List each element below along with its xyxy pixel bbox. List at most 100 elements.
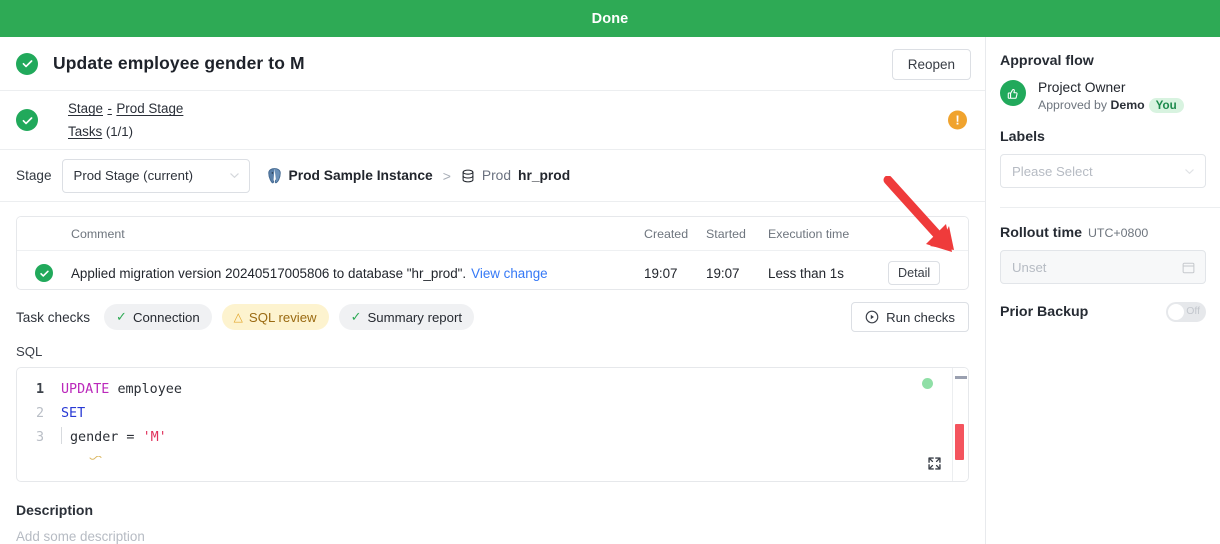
- table-row[interactable]: Applied migration version 20240517005806…: [17, 251, 968, 290]
- minimap-error-marker: [955, 424, 964, 461]
- check-chip-summary-report[interactable]: ✓ Summary report: [338, 304, 475, 331]
- code-line: 2 SET: [17, 402, 968, 426]
- check-circle-icon: [16, 109, 38, 132]
- line-number: 3: [35, 430, 44, 446]
- col-header-started: Started: [706, 217, 768, 252]
- breadcrumb-instance[interactable]: Prod Sample Instance: [289, 168, 433, 183]
- indent-guide: [61, 427, 62, 445]
- row-comment-cell: Applied migration version 20240517005806…: [71, 251, 644, 290]
- check-circle-icon: [35, 264, 53, 283]
- labels-select[interactable]: Please Select: [1000, 154, 1206, 188]
- check-chip-connection[interactable]: ✓ Connection: [104, 304, 212, 331]
- approved-prefix: Approved by: [1038, 98, 1108, 112]
- rollout-time-input[interactable]: Unset: [1000, 250, 1206, 284]
- sql-label: SQL: [16, 344, 43, 360]
- stage-summary-row: Stage - Prod Stage Tasks (1/1) !: [0, 91, 985, 151]
- table-header-row: Comment Created Started Execution time: [17, 217, 968, 252]
- check-chip-label: Connection: [132, 309, 200, 325]
- stage-select[interactable]: Prod Stage (current): [61, 158, 250, 193]
- approval-flow-title: Approval flow: [1000, 53, 1094, 69]
- prior-backup-row: Prior Backup Off: [1000, 302, 1220, 322]
- editor-minimap[interactable]: [952, 368, 968, 482]
- sql-keyword: UPDATE: [61, 382, 110, 398]
- stage-link[interactable]: Stage: [68, 101, 103, 116]
- sql-identifier: employee: [117, 382, 182, 398]
- prior-backup-toggle[interactable]: Off: [1166, 302, 1206, 322]
- line-number: 2: [35, 406, 44, 422]
- approved-by-name: Demo: [1110, 98, 1145, 112]
- row-status-cell: [17, 251, 71, 290]
- description-input[interactable]: Add some description: [16, 518, 969, 544]
- sql-string: 'M': [142, 430, 167, 446]
- chevron-down-icon: [229, 173, 239, 179]
- rollout-timezone: UTC+0800: [1087, 226, 1149, 240]
- you-badge: You: [1148, 98, 1184, 113]
- calendar-icon: [1182, 262, 1195, 273]
- main-content: Update employee gender to M Reopen Stage…: [0, 37, 986, 544]
- sql-code[interactable]: 1 UPDATE employee 2 SET 3 gender = 'M': [17, 368, 968, 450]
- reopen-button[interactable]: Reopen: [891, 49, 971, 80]
- row-action-cell: Detail: [888, 251, 968, 290]
- breadcrumb: Prod Sample Instance > Prod hr_prod: [267, 167, 570, 184]
- stage-dash: -: [107, 101, 112, 117]
- code-line: 3 gender = 'M': [17, 426, 968, 450]
- detail-button[interactable]: Detail: [888, 261, 941, 286]
- sql-editor[interactable]: 1 UPDATE employee 2 SET 3 gender = 'M': [16, 367, 969, 483]
- approver-role: Project Owner: [1038, 80, 1126, 95]
- title-row: Update employee gender to M Reopen: [0, 37, 985, 91]
- stage-select-value: Prod Stage (current): [73, 168, 194, 184]
- prior-backup-title: Prior Backup: [1000, 304, 1089, 320]
- body-split: Update employee gender to M Reopen Stage…: [0, 37, 1220, 544]
- description-title: Description: [16, 502, 94, 519]
- check-icon: ✓: [116, 309, 127, 325]
- col-header-comment: Comment: [71, 217, 644, 252]
- fullscreen-expand-icon[interactable]: [927, 456, 942, 471]
- exclamation-circle-icon: !: [948, 110, 967, 130]
- task-checks-label: Task checks: [16, 309, 91, 325]
- line-content: UPDATE employee: [61, 378, 182, 402]
- labels-placeholder: Please Select: [1012, 163, 1093, 179]
- database-icon: [462, 169, 474, 183]
- thumbs-up-icon: [1000, 80, 1026, 106]
- rollout-time-section: Rollout time UTC+0800 Unset: [1000, 207, 1220, 284]
- toggle-knob: [1168, 304, 1184, 320]
- minimap-line: [955, 376, 967, 380]
- stage-links: Stage - Prod Stage Tasks (1/1): [68, 97, 183, 143]
- col-header-created: Created: [644, 217, 706, 252]
- page-title: Update employee gender to M: [53, 53, 305, 73]
- row-comment-text: Applied migration version 20240517005806…: [71, 265, 467, 281]
- approver-row: Project Owner Approved by Demo You: [1000, 80, 1220, 113]
- check-icon: ✓: [350, 309, 362, 325]
- row-started: 19:07: [706, 265, 740, 281]
- chevron-down-icon: [1185, 168, 1194, 174]
- labels-section: Labels Please Select: [1000, 129, 1220, 188]
- breadcrumb-database[interactable]: hr_prod: [518, 168, 570, 183]
- approver-body: Project Owner Approved by Demo You: [1038, 80, 1184, 113]
- run-checks-button[interactable]: Run checks: [851, 302, 969, 333]
- description-section: Description Add some description: [0, 482, 985, 544]
- stage-selector-label: Stage: [16, 168, 52, 184]
- line-content: gender = 'M': [61, 426, 167, 450]
- rollout-time-header: Rollout time UTC+0800: [1000, 225, 1220, 241]
- tasks-link[interactable]: Tasks: [68, 124, 102, 139]
- rollout-time-placeholder: Unset: [1012, 259, 1047, 275]
- task-table: Comment Created Started Execution time A…: [16, 216, 969, 291]
- sql-identifier: gender: [70, 430, 119, 446]
- stage-name-link[interactable]: Prod Stage: [116, 101, 183, 116]
- code-line: 1 UPDATE employee: [17, 378, 968, 402]
- view-change-link[interactable]: View change: [471, 266, 547, 281]
- labels-title: Labels: [1000, 129, 1045, 145]
- approval-flow-section: Approval flow Project Owner Approved by …: [1000, 53, 1220, 113]
- toggle-state-label: Off: [1186, 305, 1200, 317]
- warning-triangle-icon: △: [233, 310, 243, 325]
- sql-operator: =: [118, 430, 143, 446]
- tasks-count: (1/1): [105, 124, 134, 140]
- postgres-elephant-icon: [267, 167, 281, 183]
- task-checks-row: Task checks ✓ Connection △ SQL review ✓ …: [0, 290, 985, 342]
- approver-status: Approved by Demo You: [1038, 98, 1184, 113]
- check-chip-sql-review[interactable]: △ SQL review: [221, 304, 329, 331]
- sql-keyword: SET: [61, 406, 86, 422]
- stage-selector-row: Stage Prod Stage (current) Prod Sample I…: [0, 150, 985, 203]
- approval-task-page: Done Update employee gender to M Reopen: [0, 0, 1220, 544]
- line-number: 1: [35, 382, 44, 398]
